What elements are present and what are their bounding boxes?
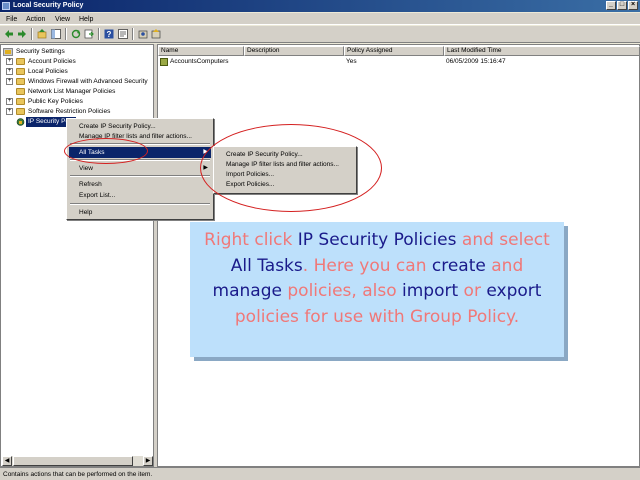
tree-item-label: Software Restriction Policies (28, 108, 111, 115)
tree-item-label: Windows Firewall with Advanced Security (28, 78, 148, 85)
tree-item-network-list-manager[interactable]: Network List Manager Policies (1, 87, 151, 97)
instruction-callout: Right click IP Security Policies and sel… (190, 222, 564, 357)
toolbar: ? (0, 26, 640, 43)
callout-text: create (431, 255, 486, 276)
minimize-button[interactable]: _ (606, 1, 616, 10)
folder-icon (16, 88, 25, 95)
up-icon[interactable] (37, 29, 47, 39)
scroll-left-icon[interactable]: ◀ (2, 456, 12, 466)
annotation-ellipse-submenu (200, 124, 382, 212)
toolbar-separator (98, 28, 100, 40)
toolbar-separator (31, 28, 33, 40)
properties-icon[interactable] (118, 29, 128, 39)
folder-icon (16, 58, 25, 65)
folder-icon (16, 78, 25, 85)
tree-item-label: Account Policies (28, 58, 76, 65)
policy-modified: 06/05/2009 15:16:47 (446, 58, 506, 65)
ip-security-icon (16, 118, 25, 126)
policy-assigned: Yes (346, 58, 357, 65)
tree-item-local-policies[interactable]: + Local Policies (1, 67, 151, 77)
title-bar: Local Security Policy _ □ × (0, 0, 640, 12)
refresh-icon[interactable] (71, 29, 81, 39)
scroll-right-icon[interactable]: ▶ (143, 456, 153, 466)
tree-item-label: Public Key Policies (28, 98, 83, 105)
forward-icon[interactable] (17, 29, 27, 39)
callout-text: Right click (204, 230, 298, 250)
menu-bar: File Action View Help (0, 13, 640, 25)
show-tree-icon[interactable] (51, 29, 61, 39)
callout-text: export (486, 281, 542, 301)
menu-item-refresh[interactable]: Refresh (69, 179, 211, 190)
help-icon[interactable]: ? (104, 29, 114, 39)
tree-root[interactable]: Security Settings (3, 47, 153, 57)
callout-text: policies for use with Group Policy. (234, 306, 520, 327)
callout-text: and (485, 255, 524, 276)
expand-icon[interactable]: + (6, 68, 13, 75)
menu-view[interactable]: View (55, 15, 70, 24)
expand-icon[interactable]: + (6, 78, 13, 85)
scroll-thumb[interactable] (13, 456, 133, 466)
callout-text: . Here you can (302, 255, 432, 276)
tree-root-label: Security Settings (16, 48, 65, 55)
menu-help[interactable]: Help (79, 15, 93, 24)
tree-item-public-key-policies[interactable]: + Public Key Policies (1, 97, 151, 107)
tree-item-label: Network List Manager Policies (28, 88, 116, 95)
menu-item-view[interactable]: View ▶ (69, 163, 211, 174)
tree-pane: Security Settings + Account Policies + L… (0, 44, 154, 467)
app-icon (2, 2, 10, 10)
export-icon[interactable] (84, 29, 94, 39)
toolbar-separator (132, 28, 134, 40)
policy-icon (160, 58, 168, 66)
folder-icon (16, 98, 25, 105)
maximize-button[interactable]: □ (617, 1, 627, 10)
folder-icon (16, 108, 25, 115)
folder-icon (16, 68, 25, 75)
callout-text: All Tasks (230, 255, 303, 276)
annotation-ellipse-all-tasks (64, 138, 148, 164)
callout-text: and select (456, 230, 550, 250)
menu-file[interactable]: File (6, 15, 17, 24)
close-button[interactable]: × (628, 1, 638, 10)
column-header-last-modified[interactable]: Last Modified Time (444, 46, 640, 56)
callout-text: import (402, 281, 459, 301)
context-menu: Create IP Security Policy... Manage IP f… (66, 118, 214, 220)
tree-item-label: Local Policies (28, 68, 68, 75)
menu-item-export-list[interactable]: Export List... (69, 190, 211, 201)
tree-item-windows-firewall[interactable]: + Windows Firewall with Advanced Securit… (1, 77, 151, 87)
back-icon[interactable] (4, 29, 14, 39)
column-header-name[interactable]: Name (158, 46, 244, 56)
svg-text:?: ? (107, 30, 112, 39)
column-header-description[interactable]: Description (244, 46, 344, 56)
tree-item-account-policies[interactable]: + Account Policies (1, 57, 151, 67)
status-bar: Contains actions that can be performed o… (0, 467, 640, 480)
tree-horizontal-scrollbar[interactable]: ◀ ▶ (2, 456, 153, 466)
tree-item-software-restriction[interactable]: + Software Restriction Policies (1, 107, 151, 117)
expand-icon[interactable]: + (6, 108, 13, 115)
unassign-icon[interactable] (151, 29, 161, 39)
assign-icon[interactable] (138, 29, 148, 39)
column-header-policy-assigned[interactable]: Policy Assigned (344, 46, 444, 56)
menu-item-label: View (79, 165, 93, 172)
menu-separator (70, 203, 210, 205)
expand-icon[interactable]: + (6, 98, 13, 105)
callout-text: manage (212, 281, 282, 301)
menu-action[interactable]: Action (26, 15, 45, 24)
callout-text: policies, also (281, 281, 403, 301)
toolbar-separator (65, 28, 67, 40)
policy-name: AccountsComputers (170, 58, 229, 65)
window-title: Local Security Policy (13, 2, 84, 9)
callout-text: or (458, 281, 487, 301)
menu-item-help[interactable]: Help (69, 207, 211, 218)
menu-separator (70, 175, 210, 177)
table-row[interactable]: AccountsComputers Yes 06/05/2009 15:16:4… (158, 57, 639, 67)
callout-text: IP Security Policies (297, 230, 457, 250)
status-text: Contains actions that can be performed o… (3, 471, 153, 478)
security-settings-icon (3, 48, 13, 56)
expand-icon[interactable]: + (6, 58, 13, 65)
